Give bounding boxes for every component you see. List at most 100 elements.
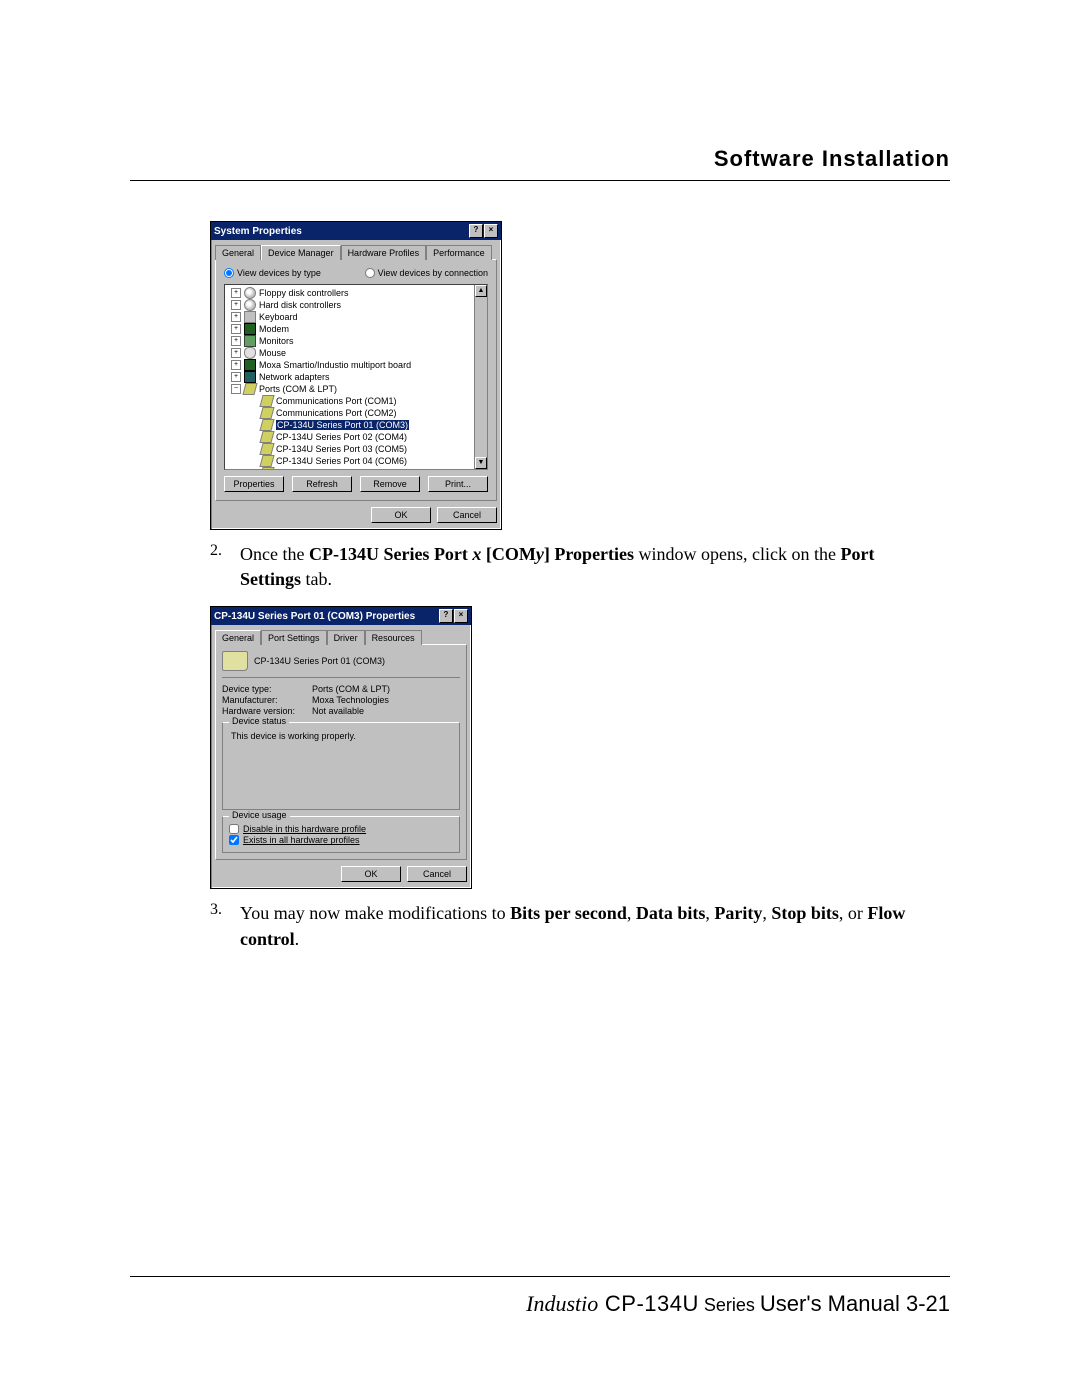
help-icon[interactable]: ? (469, 224, 483, 238)
tree-item[interactable]: + Floppy disk controllers (227, 287, 485, 299)
tree-item-label: Ports (COM & LPT) (259, 384, 337, 394)
properties-button[interactable]: Properties (224, 476, 284, 492)
tab-device-manager[interactable]: Device Manager (261, 245, 341, 260)
tree-item-label: Modem (259, 324, 289, 334)
expand-icon[interactable]: + (231, 336, 241, 346)
tab-driver[interactable]: Driver (327, 630, 365, 645)
expand-icon[interactable]: + (231, 324, 241, 334)
tab-panel: View devices by type View devices by con… (215, 259, 497, 501)
page-header-title: Software Installation (714, 146, 950, 172)
cancel-button[interactable]: Cancel (437, 507, 497, 523)
port-icon (259, 431, 274, 443)
ok-button[interactable]: OK (371, 507, 431, 523)
tree-item[interactable]: CP-134U Series Port 04 (COM6) (227, 455, 485, 467)
disable-checkbox[interactable] (229, 824, 239, 834)
port-icon (259, 419, 274, 431)
tree-item[interactable]: CP-134U Series Port 02 (COM4) (227, 431, 485, 443)
tree-item-label: Floppy disk controllers (259, 288, 349, 298)
tab-hardware-profiles[interactable]: Hardware Profiles (341, 245, 427, 260)
tree-item-label: CP-134U Series Port 02 (COM4) (276, 432, 407, 442)
tree-item[interactable]: − Ports (COM & LPT) (227, 383, 485, 395)
port-icon (259, 407, 274, 419)
expand-icon[interactable]: + (231, 288, 241, 298)
tree-item[interactable]: + Moxa Smartio/Industio multiport board (227, 359, 485, 371)
port-icon (259, 395, 274, 407)
scroll-down-icon[interactable]: ▼ (475, 457, 487, 469)
titlebar: System Properties ? × (211, 222, 501, 240)
expand-icon[interactable]: + (231, 300, 241, 310)
radio-view-by-type[interactable]: View devices by type (224, 268, 321, 278)
tree-item[interactable]: ECP Printer Port (LPT1) (227, 467, 485, 470)
tree-item[interactable]: +Keyboard (227, 311, 485, 323)
footer-page-number: 3-21 (906, 1291, 950, 1316)
refresh-button[interactable]: Refresh (292, 476, 352, 492)
info-key: Hardware version: (222, 706, 312, 716)
disk-icon (244, 299, 256, 311)
tree-item-label: Communications Port (COM1) (276, 396, 397, 406)
radio-conn-input[interactable] (365, 268, 375, 278)
port-properties-dialog: CP-134U Series Port 01 (COM3) Properties… (210, 606, 472, 889)
device-usage-group: Device usage Disable in this hardware pr… (222, 816, 460, 853)
device-status-text: This device is working properly. (229, 729, 453, 803)
tab-row: General Port Settings Driver Resources (211, 625, 471, 644)
dialog-title: System Properties (214, 226, 302, 237)
tree-item[interactable]: +Mouse (227, 347, 485, 359)
port-icon (259, 455, 274, 467)
disk-icon (244, 287, 256, 299)
tree-item-label: Communications Port (COM2) (276, 408, 397, 418)
tree-item[interactable]: CP-134U Series Port 03 (COM5) (227, 443, 485, 455)
step-2: 2. Once the CP-134U Series Port x [COMy]… (210, 542, 930, 592)
system-properties-dialog: System Properties ? × General Device Man… (210, 221, 502, 530)
close-icon[interactable]: × (454, 609, 468, 623)
remove-button[interactable]: Remove (360, 476, 420, 492)
help-icon[interactable]: ? (439, 609, 453, 623)
port-icon (242, 383, 257, 395)
tab-resources[interactable]: Resources (365, 630, 422, 645)
general-panel: CP-134U Series Port 01 (COM3) Device typ… (215, 644, 467, 860)
exists-checkbox[interactable] (229, 835, 239, 845)
tab-general[interactable]: General (215, 245, 261, 260)
ok-button[interactable]: OK (341, 866, 401, 882)
tree-item[interactable]: +Hard disk controllers (227, 299, 485, 311)
expand-icon[interactable]: + (231, 348, 241, 358)
device-tree[interactable]: + Floppy disk controllers+Hard disk contr… (224, 284, 488, 470)
step-3: 3. You may now make modifications to Bit… (210, 901, 930, 951)
radio-view-by-connection[interactable]: View devices by connection (365, 268, 488, 278)
tab-port-settings[interactable]: Port Settings (261, 630, 327, 645)
scroll-up-icon[interactable]: ▲ (475, 285, 487, 297)
expand-icon[interactable]: + (231, 360, 241, 370)
tree-item-label: CP-134U Series Port 03 (COM5) (276, 444, 407, 454)
expand-icon[interactable]: + (231, 312, 241, 322)
net-icon (244, 371, 256, 383)
tab-performance[interactable]: Performance (426, 245, 492, 260)
chip-icon (244, 323, 256, 335)
tree-item-label: CP-134U Series Port 01 (COM3) (276, 420, 409, 430)
close-icon[interactable]: × (484, 224, 498, 238)
info-value: Not available (312, 706, 364, 716)
print-button[interactable]: Print... (428, 476, 488, 492)
radio-type-input[interactable] (224, 268, 234, 278)
footer-brand: Industio (526, 1291, 598, 1316)
tab-general[interactable]: General (215, 630, 261, 645)
scrollbar[interactable]: ▲ ▼ (474, 285, 487, 469)
cancel-button[interactable]: Cancel (407, 866, 467, 882)
tree-item-label: Moxa Smartio/Industio multiport board (259, 360, 411, 370)
tree-item[interactable]: Communications Port (COM1) (227, 395, 485, 407)
mon-icon (244, 335, 256, 347)
info-key: Device type: (222, 684, 312, 694)
footer-model: CP-134U (598, 1291, 699, 1316)
info-value: Ports (COM & LPT) (312, 684, 390, 694)
info-row: Manufacturer: Moxa Technologies (222, 695, 460, 705)
footer-manual: User's Manual (760, 1291, 906, 1316)
info-row: Device type: Ports (COM & LPT) (222, 684, 460, 694)
tree-item-label: Monitors (259, 336, 294, 346)
tree-item[interactable]: +Network adapters (227, 371, 485, 383)
tree-item[interactable]: + Monitors (227, 335, 485, 347)
tree-item[interactable]: CP-134U Series Port 01 (COM3) (227, 419, 485, 431)
tree-item[interactable]: + Modem (227, 323, 485, 335)
mouse-icon (244, 347, 256, 359)
expand-icon[interactable]: − (231, 384, 241, 394)
tree-item[interactable]: Communications Port (COM2) (227, 407, 485, 419)
page-footer: Industio CP-134U Series User's Manual 3-… (130, 1276, 950, 1317)
expand-icon[interactable]: + (231, 372, 241, 382)
